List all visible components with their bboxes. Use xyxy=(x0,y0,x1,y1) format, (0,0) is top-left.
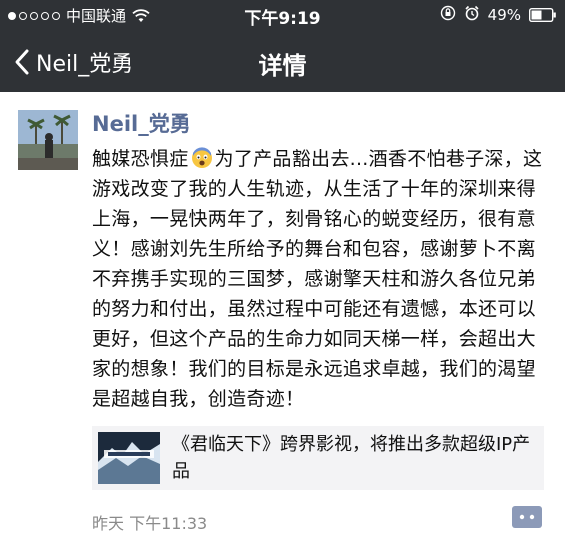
shared-link-title: 《君临天下》跨界影视，将推出多款超级IP产品 xyxy=(172,434,531,482)
navigation-bar: Neil_党勇 详情 xyxy=(0,28,565,92)
post-text-part-1: 触媒恐惧症 xyxy=(92,148,189,170)
alarm-icon xyxy=(464,5,480,25)
avatar[interactable] xyxy=(18,110,78,170)
status-right: 49% xyxy=(440,5,557,25)
status-bar: 中国联通 下午9:19 49% xyxy=(0,0,565,29)
comment-icon xyxy=(512,506,542,532)
battery-percent: 49% xyxy=(487,6,521,24)
comment-button[interactable] xyxy=(512,506,542,528)
page-title: 详情 xyxy=(258,52,307,80)
post-text-part-2: 为了产品豁出去...酒香不怕巷子深，这游戏改变了我的人生轨迹，从生活了十年的深圳… xyxy=(92,148,543,410)
game-poster-thumbnail-icon xyxy=(98,432,160,484)
battery-icon xyxy=(528,7,557,23)
author-name[interactable]: Neil_党勇 xyxy=(92,108,191,138)
post-text: 触媒恐惧症 为了产品豁出去...酒香不怕巷子深，这游戏改变了我的人生轨迹，从生活了… xyxy=(92,144,552,414)
fearful-face-emoji-icon xyxy=(191,147,213,169)
shared-link-card[interactable]: 《君临天下》跨界影视，将推出多款超级IP产品 xyxy=(92,426,544,490)
post-timestamp: 昨天 下午11:33 xyxy=(92,514,208,533)
orientation-lock-icon xyxy=(440,5,456,25)
moment-post: Neil_党勇 触媒恐惧症 为了产品豁出去...酒香不怕巷子深，这游戏改变了我的人… xyxy=(0,92,565,560)
